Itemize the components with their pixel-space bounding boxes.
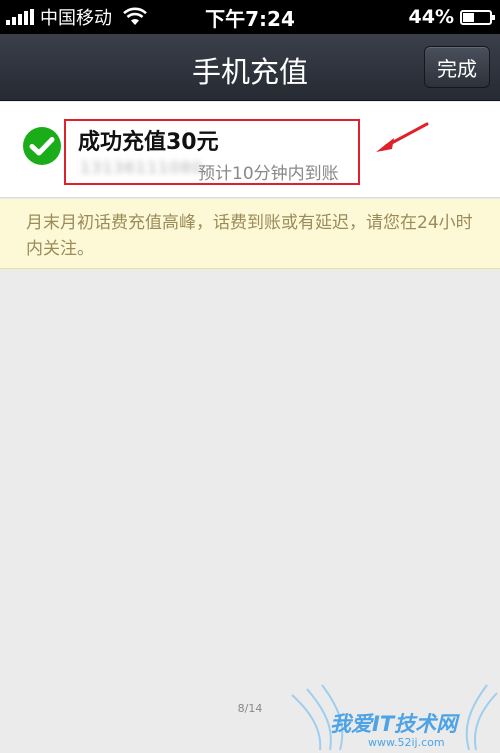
- arrow-annotation-icon: [376, 122, 429, 152]
- status-bar: 中国移动 下午7:24 44%: [0, 0, 500, 34]
- watermark-url: www.52ij.com: [368, 736, 445, 749]
- check-circle-icon: [23, 127, 61, 165]
- watermark-text: 我爱IT技术网: [330, 712, 458, 736]
- done-button[interactable]: 完成: [424, 46, 490, 88]
- navigation-bar: 手机充值 完成: [0, 34, 500, 101]
- battery-icon: [460, 10, 495, 25]
- battery-percent: 44%: [408, 6, 454, 28]
- recharge-success-title: 成功充值30元: [78, 130, 219, 155]
- arrival-eta-text: 预计10分钟内到账: [198, 164, 339, 184]
- peak-delay-notice: 月末月初话费充值高峰，话费到账或有延迟，请您在24小时内关注。: [0, 199, 500, 269]
- phone-number-blurred: 13136111080: [80, 158, 203, 177]
